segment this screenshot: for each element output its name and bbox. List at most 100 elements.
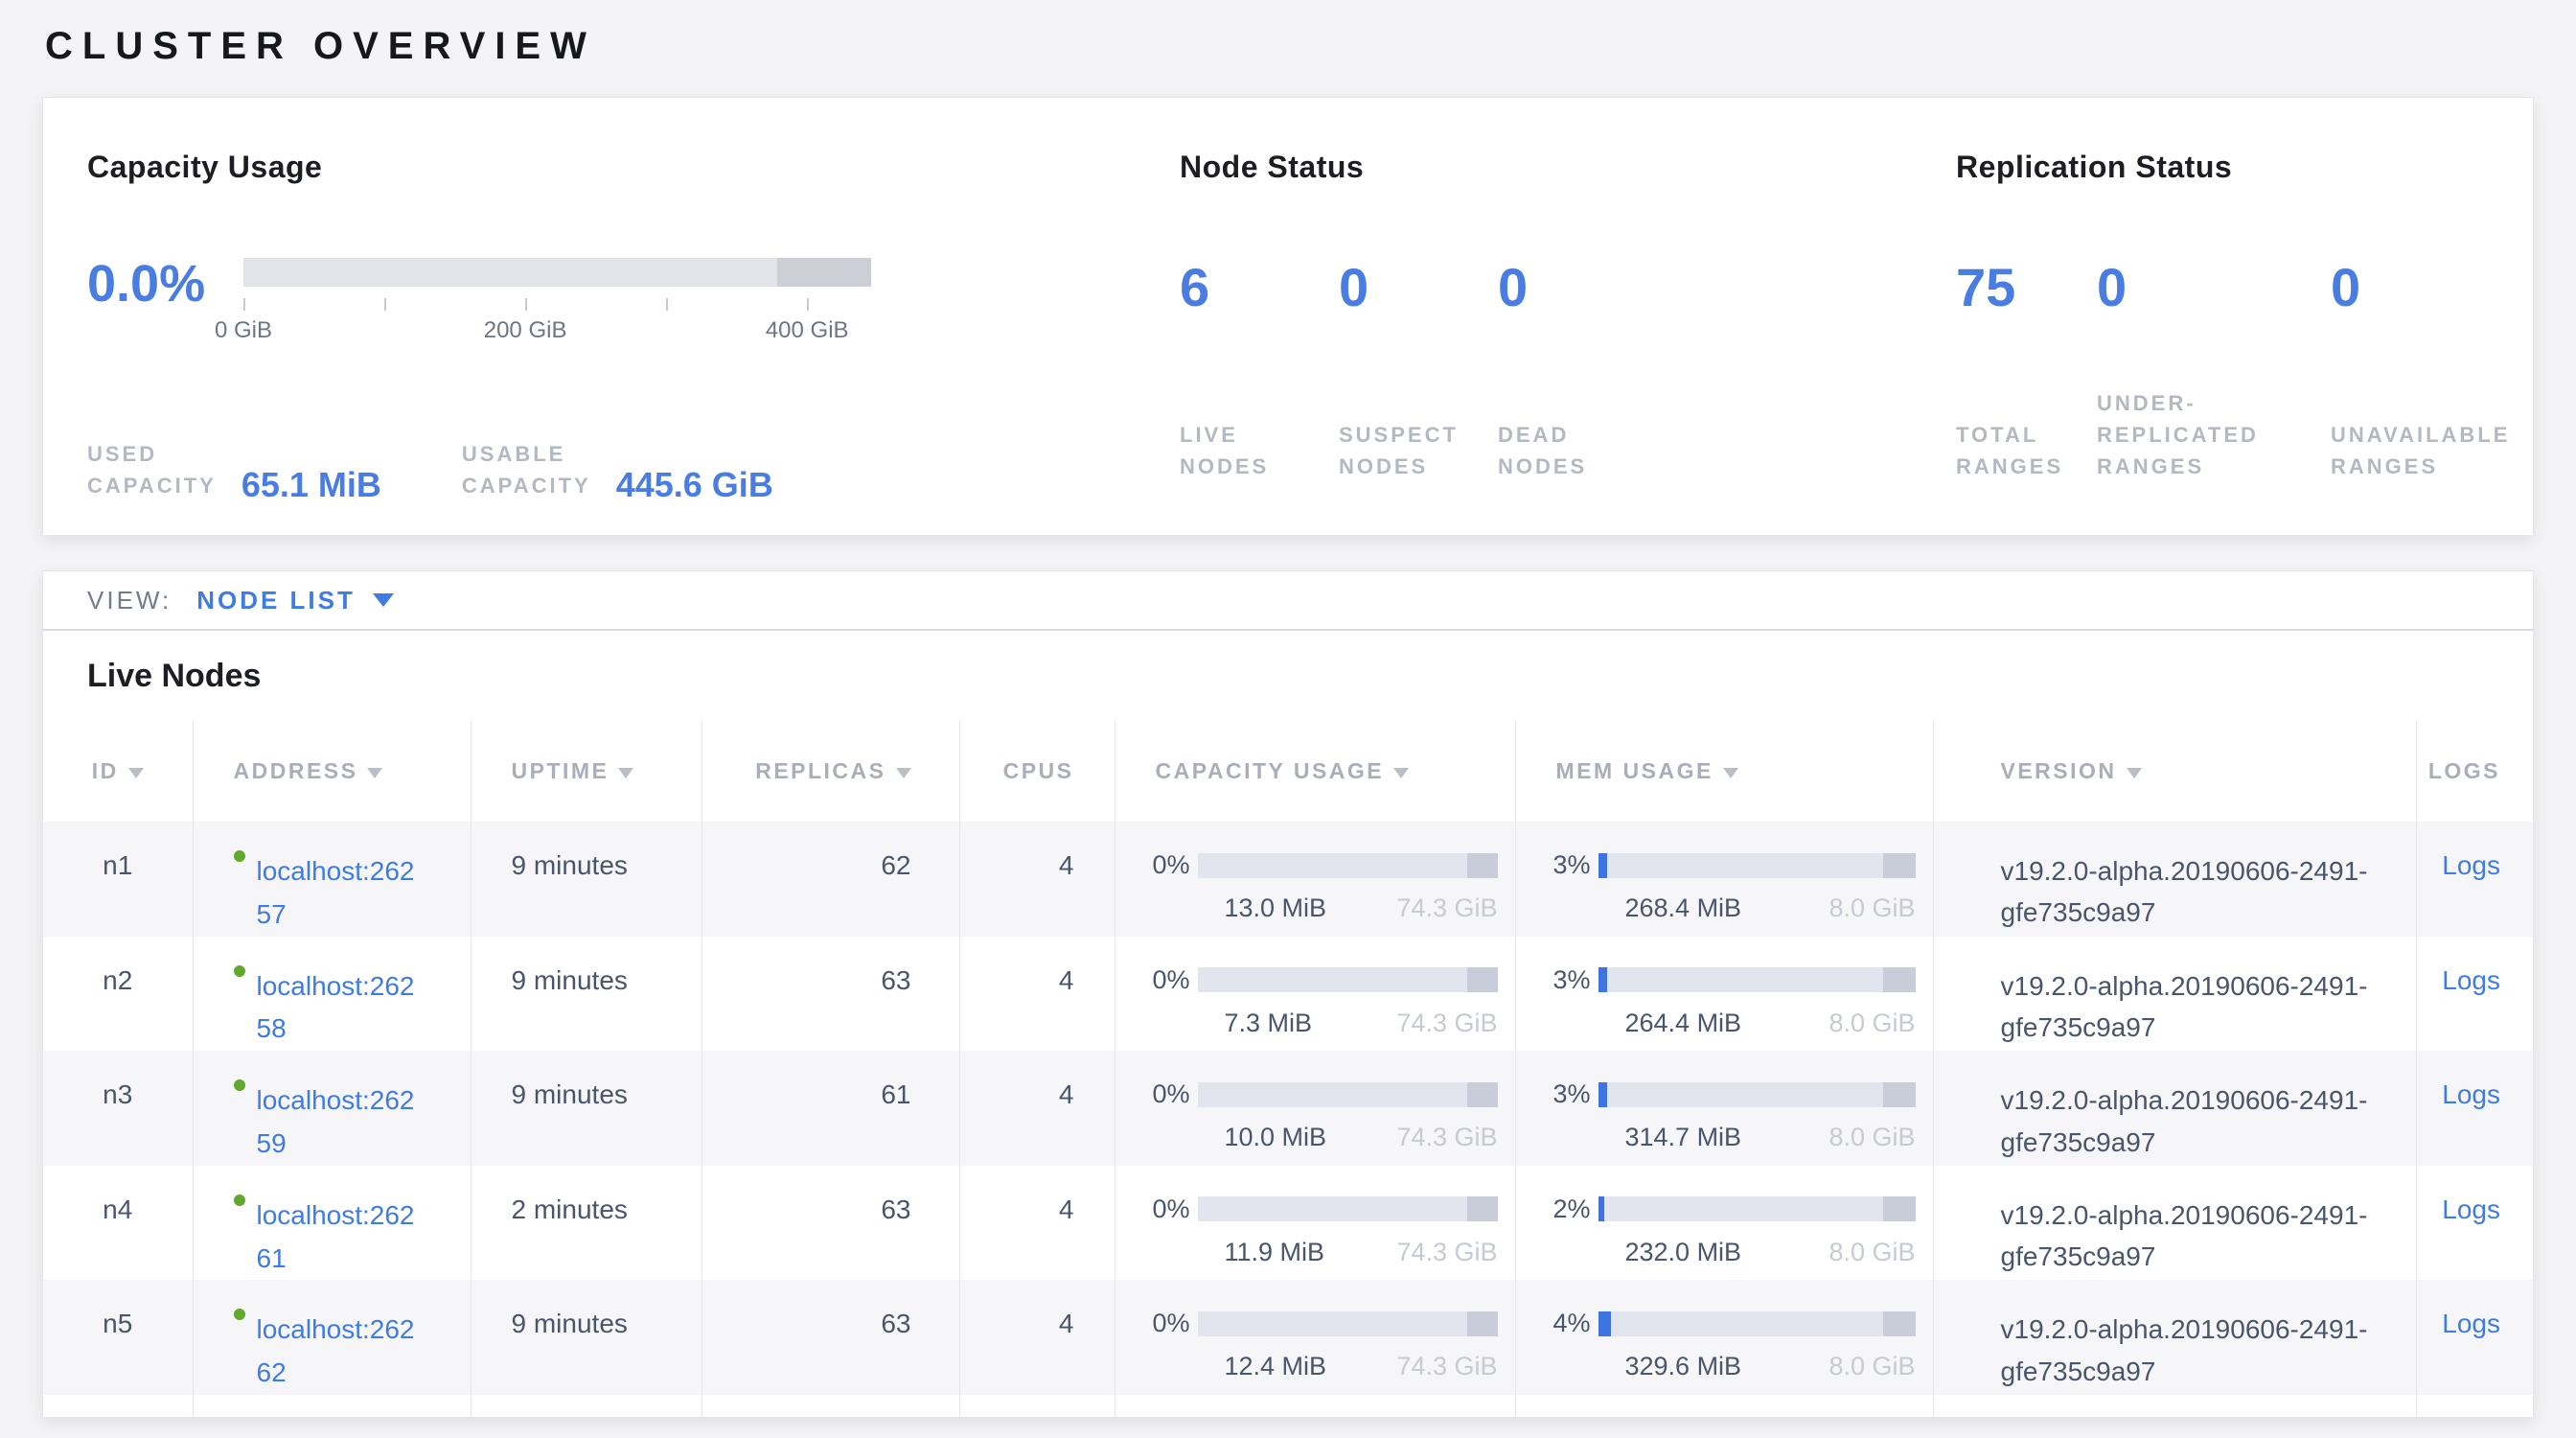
column-header-cpus[interactable]: CPUS: [959, 720, 1115, 822]
capacity-gauge-bar: [243, 258, 871, 287]
capacity-percent: 0.0%: [87, 258, 243, 310]
node-live-status-dot: [234, 850, 245, 862]
view-label: VIEW:: [87, 586, 172, 615]
node-address-link[interactable]: localhost:26257: [257, 850, 420, 937]
axis-tick: [525, 298, 527, 311]
capacity-usage-cell: 0% 13.0 MiB 74.3 GiB: [1115, 822, 1515, 937]
column-header-mem-usage[interactable]: MEM USAGE: [1515, 720, 1933, 822]
version-cell: v19.2.0-alpha.20190606-2491-gfe735c9a97: [1933, 1166, 2416, 1281]
view-selected-value[interactable]: NODE LIST: [196, 586, 356, 615]
mem-bar-dark-segment: [1883, 853, 1915, 878]
logs-link[interactable]: Logs: [2442, 965, 2500, 995]
capacity-usage-cell: 0% 10.0 MiB 74.3 GiB: [1115, 1051, 1515, 1166]
capacity-usage-bar: [1198, 967, 1498, 992]
node-address-link[interactable]: localhost:26259: [257, 1079, 420, 1166]
column-header-replicas[interactable]: REPLICAS: [702, 720, 959, 822]
total-ranges-stat: 75 TOTAL RANGES: [1956, 258, 2097, 482]
view-selector-dropdown[interactable]: NODE LIST: [196, 586, 394, 615]
replicas-cell: 61: [702, 1051, 959, 1166]
uptime-cell: 9 minutes: [471, 937, 702, 1052]
live-nodes-stat: 6 LIVE NODES: [1180, 258, 1339, 482]
logs-link[interactable]: Logs: [2442, 1309, 2500, 1338]
mem-used-value: 329.6 MiB: [1625, 1352, 1742, 1381]
column-header-id[interactable]: ID: [43, 720, 193, 822]
under-replicated-ranges-stat: 0 UNDER- REPLICATED RANGES: [2097, 258, 2331, 482]
logs-cell: Logs: [2416, 822, 2534, 937]
capacity-gauge-chart: 0 GiB 200 GiB 400 GiB: [243, 258, 871, 354]
capacity-usage-bar: [1198, 1196, 1498, 1221]
node-status-section: Node Status 6 LIVE NODES 0 SUSPECT NODES: [1180, 150, 1657, 482]
logs-link[interactable]: Logs: [2442, 1079, 2500, 1109]
sort-icon[interactable]: [1723, 768, 1738, 778]
mem-usage-bar: [1598, 1311, 1916, 1336]
column-header-capacity-usage[interactable]: CAPACITY USAGE: [1115, 720, 1515, 822]
uptime-cell: 9 minutes: [471, 1280, 702, 1395]
capacity-total-value: 74.3 GiB: [1396, 1238, 1497, 1267]
version-cell: v19.2.0-alpha.20190606-2491-gfe735c9a97: [1933, 937, 2416, 1052]
logs-cell: Logs: [2416, 1166, 2534, 1281]
sort-icon[interactable]: [618, 768, 633, 778]
mem-percent-label: 3%: [1530, 965, 1591, 995]
usable-capacity-label: CAPACITY: [462, 470, 591, 501]
view-bar: VIEW: NODE LIST: [43, 571, 2533, 631]
logs-cell: Logs: [2416, 1051, 2534, 1166]
capacity-percent-label: 0%: [1129, 1309, 1190, 1338]
unavailable-ranges-stat: 0 UNAVAILABLE RANGES: [2331, 258, 2510, 482]
sort-icon[interactable]: [896, 768, 911, 778]
sort-icon[interactable]: [1393, 768, 1409, 778]
node-address-link[interactable]: localhost:26261: [257, 1194, 420, 1281]
cpus-cell: 4: [959, 1051, 1115, 1166]
capacity-legend: USED CAPACITY 65.1 MiB USABLE CAPACITY 4…: [87, 438, 1122, 501]
mem-bar-fill: [1598, 1311, 1611, 1336]
node-address-link[interactable]: localhost:26262: [257, 1309, 420, 1395]
capacity-total-value: 74.3 GiB: [1396, 1352, 1497, 1381]
column-header-address[interactable]: ADDRESS: [193, 720, 471, 822]
mem-usage-cell: 3% 314.7 MiB 8.0 GiB: [1515, 1051, 1933, 1166]
version-cell: v19.2.0-alpha.20190606-2491-gfe735c9a97: [1933, 822, 2416, 937]
replication-status-section: Replication Status 75 TOTAL RANGES 0 UND…: [1956, 150, 2510, 482]
mem-used-value: 268.4 MiB: [1625, 893, 1742, 923]
logs-link[interactable]: Logs: [2442, 1194, 2500, 1224]
under-replicated-count: 0: [2097, 258, 2331, 317]
capacity-used-value: 7.3 MiB: [1225, 1009, 1313, 1038]
mem-usage-bar: [1598, 967, 1916, 992]
sort-icon[interactable]: [128, 768, 144, 778]
capacity-percent-label: 0%: [1129, 850, 1190, 880]
column-header-version[interactable]: VERSION: [1933, 720, 2416, 822]
mem-usage-cell: 4% 329.6 MiB 8.0 GiB: [1515, 1280, 1933, 1395]
mem-usage-bar: [1598, 853, 1916, 878]
capacity-gauge: 0.0% 0 GiB 200 GiB 400 GiB: [87, 258, 871, 354]
replicas-cell: 63: [702, 937, 959, 1052]
node-address-cell: localhost:26259: [193, 1051, 471, 1166]
capacity-bar-dark-segment: [1467, 1082, 1497, 1107]
table-row: n5 localhost:26262 9 minutes 63 4 0% 12.…: [43, 1280, 2534, 1395]
mem-used-value: 232.0 MiB: [1625, 1238, 1742, 1267]
chevron-down-icon[interactable]: [373, 593, 394, 607]
used-capacity-value: 65.1 MiB: [242, 465, 381, 505]
mem-bar-fill: [1598, 1196, 1605, 1221]
usable-capacity-label: USABLE: [462, 438, 591, 470]
column-header-logs: LOGS: [2416, 720, 2534, 822]
mem-bar-dark-segment: [1883, 1082, 1915, 1107]
column-header-uptime[interactable]: UPTIME: [471, 720, 702, 822]
table-row: n3 localhost:26259 9 minutes 61 4 0% 10.…: [43, 1051, 2534, 1166]
logs-link[interactable]: Logs: [2442, 850, 2500, 880]
axis-tick: [666, 298, 668, 311]
sort-icon[interactable]: [367, 768, 382, 778]
axis-tick-label: 400 GiB: [766, 317, 849, 344]
capacity-percent-label: 0%: [1129, 1079, 1190, 1109]
sort-icon[interactable]: [2127, 768, 2142, 778]
capacity-used-value: 10.0 MiB: [1225, 1123, 1327, 1152]
node-address-link[interactable]: localhost:26258: [257, 965, 420, 1052]
node-id-cell: n1: [43, 822, 193, 937]
capacity-total-value: 74.3 GiB: [1396, 1123, 1497, 1152]
live-nodes-table: ID ADDRESS UPTIME REPLICAS CPUS CAPACITY…: [43, 720, 2534, 1418]
node-address-cell: localhost:26262: [193, 1280, 471, 1395]
capacity-gauge-dark-segment: [777, 258, 871, 287]
usable-capacity-stat: USABLE CAPACITY 445.6 GiB: [462, 438, 773, 501]
page-title: CLUSTER OVERVIEW: [45, 25, 2576, 68]
used-capacity-stat: USED CAPACITY 65.1 MiB: [87, 438, 381, 501]
table-row: n2 localhost:26258 9 minutes 63 4 0% 7.3…: [43, 937, 2534, 1052]
capacity-bar-dark-segment: [1467, 967, 1497, 992]
node-live-status-dot: [234, 1079, 245, 1091]
